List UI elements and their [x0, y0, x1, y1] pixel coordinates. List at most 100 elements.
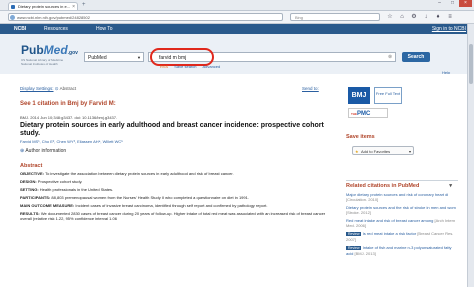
close-tab-icon[interactable]: ×: [72, 3, 75, 10]
abstract-heading: Abstract: [20, 163, 43, 169]
section-text: Incident cases of invasive breast carcin…: [75, 203, 268, 208]
database-select[interactable]: PubMed ▼: [84, 52, 144, 62]
close-window-icon[interactable]: ×: [459, 0, 472, 7]
pmc-link[interactable]: THEPMC: [348, 108, 388, 118]
section-label: PARTICIPANTS:: [20, 195, 51, 200]
list-item[interactable]: Red meat intake and risk of breast cance…: [346, 218, 456, 228]
download-icon[interactable]: ↓: [422, 13, 430, 21]
list-item[interactable]: Review Is red meat intake a risk factor …: [346, 231, 456, 242]
browser-nav-bar: www.ncbi.nlm.nih.gov/pubmed/24828502 Bin…: [0, 11, 474, 24]
section-label: MAIN OUTCOME MEASURE:: [20, 203, 75, 208]
star-icon: ★: [355, 149, 359, 154]
logo-med: Med: [43, 43, 68, 57]
review-badge: Review: [346, 246, 362, 250]
related-citations-list: Major dietary protein sources and risk o…: [346, 192, 456, 259]
tab-title: Dietary protein sources in e...: [18, 4, 71, 9]
scrollbar[interactable]: [467, 24, 474, 287]
citation-note: See 1 citation in Bmj by Farvid M:: [20, 101, 116, 107]
logo-pub: Pub: [21, 43, 44, 57]
abstract-section: OBJECTIVE: To investigate the associatio…: [20, 171, 338, 176]
related-source: [Stroke. 2012]: [346, 210, 371, 215]
chevron-down-icon: ▾: [408, 149, 411, 154]
share-icon[interactable]: ♦: [434, 13, 442, 21]
chevron-down-icon: ▼: [137, 55, 141, 60]
browser-tab[interactable]: Dietary protein sources in e... ×: [8, 2, 78, 10]
display-settings[interactable]: Display Settings: ⊙ Abstract: [20, 86, 76, 92]
chevron-down-icon: ▾: [449, 183, 452, 189]
browser-search-placeholder: Bing: [295, 15, 304, 20]
new-tab-icon[interactable]: +: [82, 2, 86, 9]
abstract-section: RESULTS: We documented 2830 cases of bre…: [20, 211, 338, 221]
list-item[interactable]: Major dietary protein sources and risk o…: [346, 192, 456, 202]
section-label: DESIGN:: [20, 179, 37, 184]
related-title: Is red meat intake a risk factor: [362, 231, 417, 236]
list-item[interactable]: Dietary protein sources and the risk of …: [346, 205, 456, 215]
section-label: SETTING:: [20, 187, 39, 192]
browser-tab-bar: Dietary protein sources in e... × + – □ …: [0, 0, 474, 11]
abstract: Abstract OBJECTIVE: To investigate the a…: [20, 163, 338, 224]
related-source: [BMJ. 2013]: [354, 251, 376, 256]
url-text: www.ncbi.nlm.nih.gov/pubmed/24828502: [17, 15, 90, 20]
howto-menu[interactable]: How To: [96, 24, 113, 34]
signin-link[interactable]: Sign in to NCBI: [432, 24, 466, 34]
format-value: Abstract: [59, 86, 77, 91]
pubmed-logo[interactable]: PubMed.gov: [21, 43, 78, 57]
list-item[interactable]: Review Intake of fish and marine n-3 pol…: [346, 245, 456, 256]
browser-search-input[interactable]: Bing: [290, 13, 380, 21]
address-bar[interactable]: www.ncbi.nlm.nih.gov/pubmed/24828502: [8, 13, 283, 21]
add-favorites-label: Add to Favorites: [361, 149, 391, 154]
author-list[interactable]: Farvid MS¹, Cho E², Chen WY³, Eliassen A…: [20, 139, 123, 144]
browser-toolbar-icons: ☆ ⌂ ⚙ ↓ ♦ ≡: [386, 13, 454, 21]
section-text: We documented 2830 cases of breast cance…: [20, 211, 326, 221]
display-settings-label: Display Settings:: [20, 86, 54, 91]
globe-icon: [10, 15, 15, 20]
related-source: [Circulation. 2010]: [346, 197, 379, 202]
author-info-label: Author information: [25, 148, 67, 154]
rss-link[interactable]: RSS: [160, 64, 168, 69]
logo-suffix: .gov: [67, 50, 78, 56]
search-area: PubMed.gov US National Library of Medici…: [0, 34, 474, 75]
clear-search-icon[interactable]: ⊗: [388, 52, 392, 62]
related-heading-text: Related citations in PubMed: [346, 183, 420, 189]
section-text: To investigate the association between d…: [45, 171, 234, 176]
bmj-logo-link[interactable]: BMJ: [348, 87, 370, 104]
advanced-link[interactable]: Advanced: [202, 64, 220, 69]
article-title: Dietary protein sources in early adultho…: [20, 122, 324, 137]
ncbi-favicon-icon: [11, 5, 15, 9]
pubmed-subtitle: US National Library of Medicine National…: [21, 58, 64, 66]
review-badge: Review: [346, 232, 362, 236]
star-icon[interactable]: ☆: [386, 13, 394, 21]
ncbi-header: NCBI Resources How To Sign in to NCBI: [0, 24, 474, 34]
section-text: Health professionals in the United State…: [39, 187, 114, 192]
gear-icon[interactable]: ⚙: [410, 13, 418, 21]
related-citations-heading[interactable]: Related citations in PubMed ▾: [346, 180, 458, 189]
add-to-favorites-button[interactable]: ★ Add to Favorites ▾: [352, 146, 414, 155]
author-info-toggle[interactable]: ⊕ Author information: [20, 148, 66, 154]
abstract-section: SETTING: Health professionals in the Uni…: [20, 187, 338, 192]
database-value: PubMed: [88, 55, 107, 61]
section-text: 88,803 premenopausal women from the Nurs…: [51, 195, 249, 200]
search-links: RSS Save search Advanced: [160, 64, 220, 69]
scrollbar-thumb[interactable]: [469, 44, 473, 84]
chevron-down-icon: ⊙: [54, 86, 59, 91]
send-to-menu[interactable]: Send to:: [302, 86, 319, 91]
resources-menu[interactable]: Resources: [44, 24, 68, 34]
menu-icon[interactable]: ≡: [446, 13, 454, 21]
section-text: Prospective cohort study.: [37, 179, 83, 184]
minimize-icon[interactable]: –: [433, 0, 446, 7]
abstract-section: MAIN OUTCOME MEASURE: Incident cases of …: [20, 203, 338, 208]
journal-citation: BMJ. 2014 Jun 10;348:g3437. doi: 10.1136…: [20, 115, 118, 120]
ncbi-logo[interactable]: NCBI: [14, 24, 26, 34]
section-label: OBJECTIVE:: [20, 171, 45, 176]
search-button[interactable]: Search: [402, 52, 430, 62]
expand-icon: ⊕: [20, 148, 25, 154]
free-full-text-link[interactable]: Free Full Text: [374, 87, 402, 104]
maximize-icon[interactable]: □: [446, 0, 459, 7]
save-search-link[interactable]: Save search: [174, 64, 196, 69]
home-icon[interactable]: ⌂: [398, 13, 406, 21]
pmc-label: PMC: [357, 111, 371, 117]
abstract-section: DESIGN: Prospective cohort study.: [20, 179, 338, 184]
save-items-heading: Save items: [346, 134, 375, 140]
abstract-section: PARTICIPANTS: 88,803 premenopausal women…: [20, 195, 338, 200]
window-controls: – □ ×: [433, 0, 472, 7]
